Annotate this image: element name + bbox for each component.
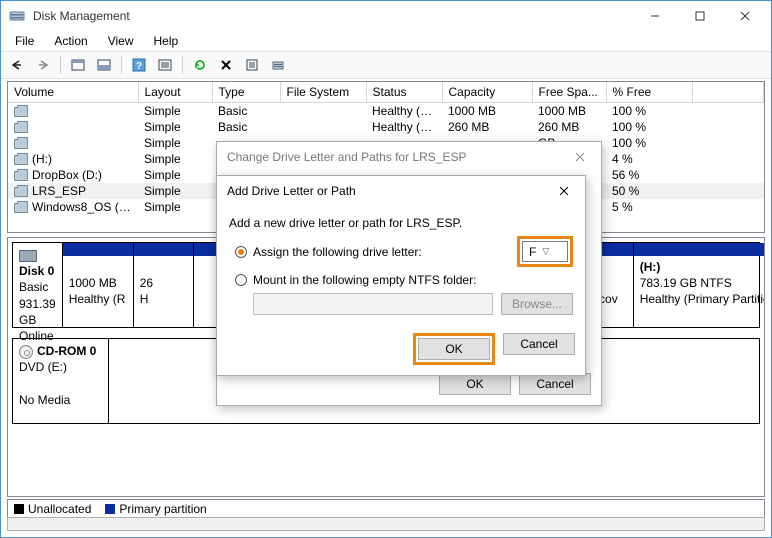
window-title: Disk Management (33, 9, 632, 23)
refresh-button[interactable] (188, 54, 212, 76)
mount-folder-label: Mount in the following empty NTFS folder… (253, 273, 476, 287)
col-layout[interactable]: Layout (138, 82, 212, 103)
col-type[interactable]: Type (212, 82, 280, 103)
add-dialog-intro: Add a new drive letter or path for LRS_E… (229, 216, 573, 230)
col-volume[interactable]: Volume (8, 82, 138, 103)
table-row[interactable]: SimpleBasicHealthy (R...1000 MB1000 MB10… (8, 103, 764, 120)
disk-0-type: Basic (19, 280, 48, 294)
menu-file[interactable]: File (7, 32, 42, 50)
change-dialog-ok-button[interactable]: OK (439, 373, 511, 395)
radio-icon (235, 274, 247, 286)
volume-icon (14, 155, 28, 165)
cdrom-state: No Media (19, 393, 70, 407)
partition[interactable]: (H:)783.19 GB NTFSHealthy (Primary Parti… (633, 243, 765, 327)
disk-management-window: Disk Management File Action View Help ? (0, 0, 772, 538)
status-bar (7, 517, 765, 531)
change-dialog-titlebar[interactable]: Change Drive Letter and Paths for LRS_ES… (217, 142, 601, 172)
menu-action[interactable]: Action (46, 32, 95, 50)
app-icon (9, 8, 25, 24)
add-dialog-cancel-button[interactable]: Cancel (503, 333, 575, 355)
volume-icon (14, 171, 28, 181)
col-status[interactable]: Status (366, 82, 442, 103)
column-headers[interactable]: Volume Layout Type File System Status Ca… (8, 82, 764, 103)
drive-letter-value: F (529, 245, 536, 259)
volume-icon (14, 203, 28, 213)
disk-0-header: Disk 0 Basic 931.39 GB Online (13, 243, 63, 327)
properties-button[interactable] (240, 54, 264, 76)
partition[interactable]: 26H (133, 243, 193, 327)
disk-icon (19, 250, 37, 262)
volume-icon (14, 187, 28, 197)
browse-button[interactable]: Browse... (501, 293, 573, 315)
volume-icon (14, 139, 28, 149)
assign-letter-label: Assign the following drive letter: (253, 245, 422, 259)
radio-icon (235, 246, 247, 258)
col-pct[interactable]: % Free (606, 82, 692, 103)
help-button[interactable]: ? (127, 54, 151, 76)
toolbar: ? (1, 51, 771, 79)
cdrom-header: CD-ROM 0 DVD (E:) No Media (13, 339, 109, 423)
svg-text:?: ? (136, 61, 142, 72)
disk-0-title: Disk 0 (19, 264, 54, 278)
cdrom-title: CD-ROM 0 (37, 344, 96, 358)
legend-unallocated: Unallocated (14, 502, 91, 516)
cdrom-sub: DVD (E:) (19, 360, 67, 374)
minimize-button[interactable] (632, 2, 677, 31)
show-hide-pane-button[interactable] (66, 54, 90, 76)
add-dialog-close-button[interactable] (549, 179, 579, 203)
delete-button[interactable] (214, 54, 238, 76)
mount-folder-input[interactable] (253, 293, 493, 315)
volume-icon (14, 107, 28, 117)
add-dialog-body: Add a new drive letter or path for LRS_E… (217, 206, 585, 325)
cdrom-icon (19, 345, 33, 359)
menu-help[interactable]: Help (146, 32, 187, 50)
drive-letter-combo[interactable]: F ▽ (522, 241, 568, 262)
back-button[interactable] (5, 54, 29, 76)
forward-button[interactable] (31, 54, 55, 76)
partition[interactable]: 1000 MBHealthy (R (63, 243, 133, 327)
menu-view[interactable]: View (100, 32, 142, 50)
col-fs[interactable]: File System (280, 82, 366, 103)
ok-button-highlight: OK (413, 333, 495, 365)
close-button[interactable] (722, 2, 767, 31)
legend-primary: Primary partition (105, 502, 206, 516)
assign-letter-radio[interactable]: Assign the following drive letter: (235, 243, 422, 261)
add-dialog-title: Add Drive Letter or Path (227, 184, 549, 198)
menubar: File Action View Help (1, 31, 771, 51)
drive-letter-highlight: F ▽ (517, 236, 573, 267)
change-dialog-cancel-button[interactable]: Cancel (519, 373, 591, 395)
show-hide-console-button[interactable] (92, 54, 116, 76)
rescan-button[interactable] (266, 54, 290, 76)
legend: Unallocated Primary partition (7, 499, 765, 517)
settings-button[interactable] (153, 54, 177, 76)
col-capacity[interactable]: Capacity (442, 82, 532, 103)
table-row[interactable]: SimpleBasicHealthy (R...260 MB260 MB100 … (8, 119, 764, 135)
change-dialog-title: Change Drive Letter and Paths for LRS_ES… (227, 150, 565, 164)
maximize-button[interactable] (677, 2, 722, 31)
change-dialog-close-button[interactable] (565, 145, 595, 169)
add-dialog-titlebar[interactable]: Add Drive Letter or Path (217, 176, 585, 206)
chevron-down-icon: ▽ (542, 246, 549, 257)
col-free[interactable]: Free Spa... (532, 82, 606, 103)
volume-icon (14, 123, 28, 133)
titlebar: Disk Management (1, 1, 771, 31)
add-dialog-ok-button[interactable]: OK (418, 338, 490, 360)
mount-folder-radio[interactable]: Mount in the following empty NTFS folder… (235, 271, 573, 289)
add-drive-letter-dialog: Add Drive Letter or Path Add a new drive… (216, 175, 586, 376)
disk-0-size: 931.39 GB (19, 297, 56, 327)
